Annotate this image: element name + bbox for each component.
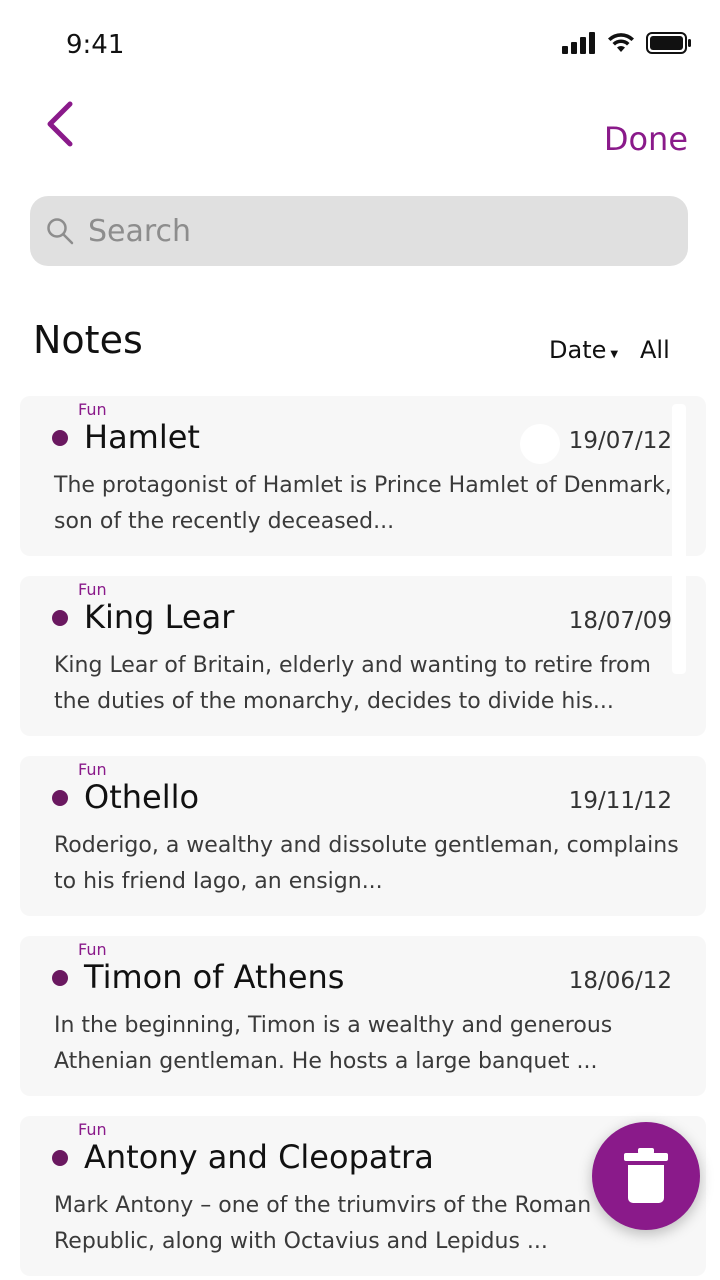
note-date: 19/11/12: [568, 788, 672, 814]
search-bar[interactable]: [30, 196, 688, 266]
delete-button[interactable]: [592, 1122, 700, 1230]
done-button[interactable]: Done: [604, 120, 688, 158]
back-button[interactable]: [40, 98, 84, 152]
note-preview: Roderigo, a wealthy and dissolute gentle…: [54, 833, 679, 894]
status-icons: [562, 32, 692, 54]
trash-icon: [624, 1148, 668, 1203]
note-dot-icon: [52, 430, 68, 446]
scrollbar[interactable]: [672, 404, 686, 674]
battery-icon: [646, 32, 691, 54]
notes-title: Notes: [33, 318, 143, 362]
note-tag: Fun: [78, 760, 107, 779]
caret-down-icon: ▼: [610, 348, 619, 360]
note-title: Timon of Athens: [84, 958, 345, 996]
status-time: 9:41: [66, 30, 125, 60]
note-date: 19/07/12: [568, 428, 672, 454]
note-title: Othello: [84, 778, 200, 816]
note-dot-icon: [52, 970, 68, 986]
note-tag: Fun: [78, 940, 107, 959]
note-dot-icon: [52, 1150, 68, 1166]
signal-icon: [562, 32, 595, 54]
note-preview: In the beginning, Timon is a wealthy and…: [54, 1013, 613, 1074]
note-dot-icon: [52, 790, 68, 806]
wifi-icon: [608, 33, 634, 52]
note-tag: Fun: [78, 400, 107, 419]
note-card[interactable]: Fun King Lear 18/07/09 King Lear of Brit…: [20, 576, 706, 736]
search-icon: [47, 218, 74, 245]
note-title: Antony and Cleopatra: [84, 1138, 434, 1176]
note-date: 18/06/12: [568, 968, 672, 994]
search-input[interactable]: [88, 213, 648, 249]
touch-indicator: [520, 424, 560, 464]
note-card[interactable]: Fun Othello 19/11/12 Roderigo, a wealthy…: [20, 756, 706, 916]
sort-date-dropdown[interactable]: Date ▼: [549, 336, 618, 364]
sort-label: Date: [549, 336, 607, 364]
note-tag: Fun: [78, 1120, 107, 1139]
note-preview: Mark Antony – one of the triumvirs of th…: [54, 1193, 592, 1254]
note-card[interactable]: Fun Hamlet 19/07/12 The protagonist of H…: [20, 396, 706, 556]
note-date: 18/07/09: [568, 608, 672, 634]
note-title: King Lear: [84, 598, 235, 636]
note-preview: King Lear of Britain, elderly and wantin…: [54, 653, 651, 714]
chevron-left-icon: [47, 101, 73, 147]
note-tag: Fun: [78, 580, 107, 599]
note-dot-icon: [52, 610, 68, 626]
status-bar: 9:41: [0, 0, 720, 90]
note-title: Hamlet: [84, 418, 200, 456]
filter-all-button[interactable]: All: [640, 336, 670, 364]
note-card[interactable]: Fun Timon of Athens 18/06/12 In the begi…: [20, 936, 706, 1096]
note-preview: The protagonist of Hamlet is Prince Haml…: [54, 473, 672, 534]
